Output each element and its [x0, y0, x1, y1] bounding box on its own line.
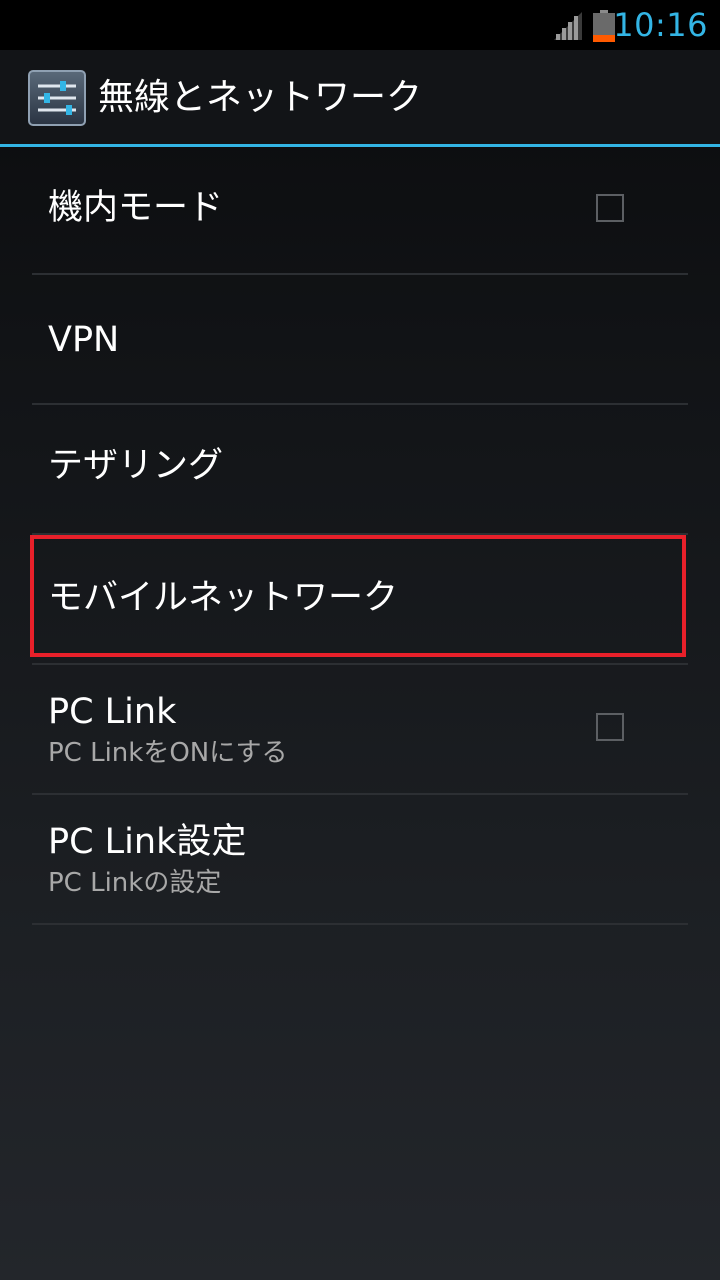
setting-airplane-mode[interactable]: 機内モード [32, 147, 688, 275]
setting-title: モバイルネットワーク [48, 578, 399, 618]
settings-sliders-icon[interactable] [28, 70, 86, 126]
setting-summary: PC LinkをONにする [48, 738, 288, 768]
page-title: 無線とネットワーク [98, 77, 423, 118]
setting-title: PC Link設定 [48, 822, 247, 862]
setting-vpn[interactable]: VPN [32, 275, 688, 405]
signal-icon [554, 12, 582, 40]
setting-title: VPN [48, 320, 120, 360]
status-bar: 10:16 [0, 0, 720, 50]
setting-title: PC Link [48, 692, 177, 732]
setting-pc-link[interactable]: PC Link PC LinkをONにする [32, 665, 688, 795]
setting-title: 機内モード [48, 188, 224, 228]
setting-tethering[interactable]: テザリング [32, 405, 688, 535]
setting-summary: PC Linkの設定 [48, 868, 222, 898]
screen: 10:16 無線とネットワーク 機内モード VPN テザリング モバイルネットワ… [0, 0, 720, 1280]
setting-title: テザリング [48, 446, 224, 486]
settings-list: 機内モード VPN テザリング モバイルネットワーク PC Link PC Li… [0, 147, 720, 925]
status-clock: 10:16 [613, 6, 708, 44]
action-bar: 無線とネットワーク [0, 50, 720, 147]
setting-mobile-network[interactable]: モバイルネットワーク [32, 535, 688, 665]
pc-link-checkbox[interactable] [596, 713, 624, 741]
airplane-mode-checkbox[interactable] [596, 194, 624, 222]
setting-pc-link-settings[interactable]: PC Link設定 PC Linkの設定 [32, 795, 688, 925]
